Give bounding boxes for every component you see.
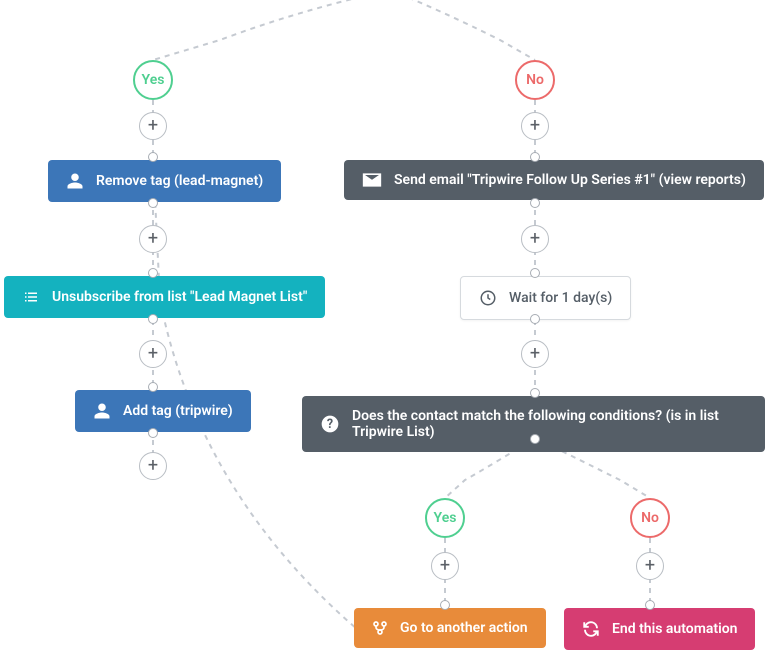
add-step-button[interactable]: + [139, 225, 167, 253]
branch-no-pill: No [515, 60, 555, 100]
sub-branch-no-pill: No [630, 498, 670, 538]
end-automation-action[interactable]: End this automation [564, 608, 755, 650]
person-icon [66, 172, 84, 190]
sub-branch-yes-label: Yes [434, 510, 457, 526]
action-label: End this automation [612, 621, 737, 637]
branch-yes-label: Yes [142, 72, 165, 88]
add-step-button[interactable]: + [139, 112, 167, 140]
connector-lines [0, 0, 775, 648]
action-label: Wait for 1 day(s) [509, 290, 612, 306]
envelope-icon [362, 172, 382, 188]
refresh-icon [582, 620, 600, 638]
unsubscribe-action[interactable]: Unsubscribe from list "Lead Magnet List" [4, 276, 325, 318]
goto-action[interactable]: Go to another action [354, 608, 546, 648]
sub-branch-yes-pill: Yes [425, 498, 465, 538]
sub-branch-no-label: No [641, 510, 659, 526]
svg-text:?: ? [327, 417, 333, 432]
add-step-button[interactable]: + [139, 452, 167, 480]
list-icon [22, 288, 40, 306]
remove-tag-action[interactable]: Remove tag (lead-magnet) [48, 160, 281, 202]
add-step-button[interactable]: + [521, 225, 549, 253]
person-icon [93, 402, 111, 420]
add-step-button[interactable]: + [521, 112, 549, 140]
wait-action[interactable]: Wait for 1 day(s) [460, 276, 631, 320]
action-label: Remove tag (lead-magnet) [96, 173, 263, 189]
branch-yes-pill: Yes [133, 60, 173, 100]
branch-icon [372, 620, 388, 636]
clock-icon [479, 289, 497, 307]
action-label: Does the contact match the following con… [352, 408, 747, 440]
add-tag-action[interactable]: Add tag (tripwire) [75, 390, 251, 432]
action-label: Send email "Tripwire Follow Up Series #1… [394, 172, 746, 188]
add-step-button[interactable]: + [521, 340, 549, 368]
action-label: Add tag (tripwire) [123, 403, 233, 419]
add-step-button[interactable]: + [431, 552, 459, 580]
action-label: Go to another action [400, 620, 528, 636]
branch-no-label: No [526, 72, 544, 88]
add-step-button[interactable]: + [636, 552, 664, 580]
question-icon: ? [320, 414, 340, 434]
add-step-button[interactable]: + [139, 340, 167, 368]
send-email-action[interactable]: Send email "Tripwire Follow Up Series #1… [344, 160, 764, 200]
action-label: Unsubscribe from list "Lead Magnet List" [52, 289, 307, 305]
